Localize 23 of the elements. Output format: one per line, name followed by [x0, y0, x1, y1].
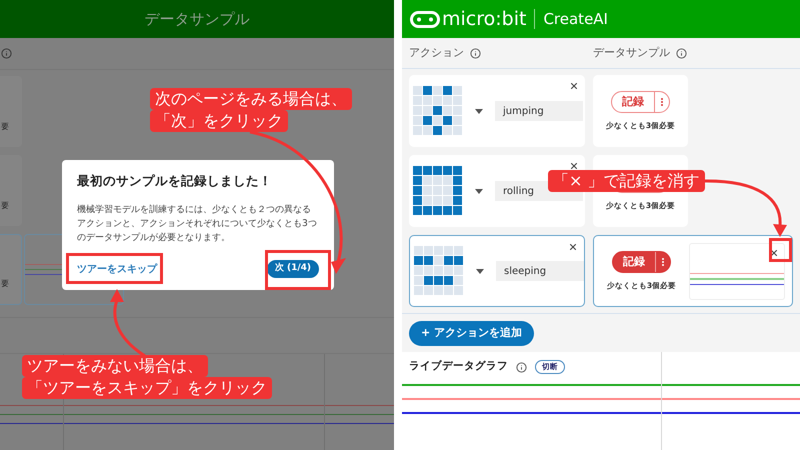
dialog-body: 機械学習モデルを訓練するには、少なくとも２つの異なるアクションと、アクションそれぞれについて少なくとも3つのデータサンプルが必要となります。	[77, 202, 318, 245]
column-header: データサンプル	[593, 44, 670, 61]
note-text: 要	[1, 200, 9, 212]
add-action-button[interactable]: + アクションを追加	[409, 320, 534, 346]
callout-tooltip: 「ツアーをスキップ」をクリック	[22, 377, 272, 399]
brand-name: micro:bit	[442, 6, 526, 32]
dialog-title: 最初のサンプルを記録しました！	[77, 172, 273, 190]
record-button[interactable]: 記録	[612, 250, 671, 273]
callout-tooltip: 「× 」で記録を消す	[548, 170, 704, 192]
skip-tour-link[interactable]: ツアーをスキップ	[77, 262, 157, 276]
callout-tooltip: 次のページをみる場合は、	[150, 88, 352, 110]
note-text: 要	[1, 121, 9, 133]
next-button[interactable]: 次 (1/4)	[266, 260, 319, 278]
action-name-field[interactable]: jumping	[495, 101, 583, 121]
column-header: アクション	[409, 44, 464, 61]
callout-tooltip: 「次」をクリック	[150, 110, 288, 132]
callout-tooltip: ツアーをみない場合は、	[22, 355, 208, 377]
note-text: 要	[1, 278, 9, 290]
graph-title: ライブデータグラフ	[409, 359, 508, 374]
action-name-field[interactable]: sleeping	[496, 261, 584, 281]
header-title: データサンプル	[144, 8, 250, 30]
record-button[interactable]: 記録	[611, 90, 670, 113]
app-name: CreateAI	[543, 8, 608, 30]
